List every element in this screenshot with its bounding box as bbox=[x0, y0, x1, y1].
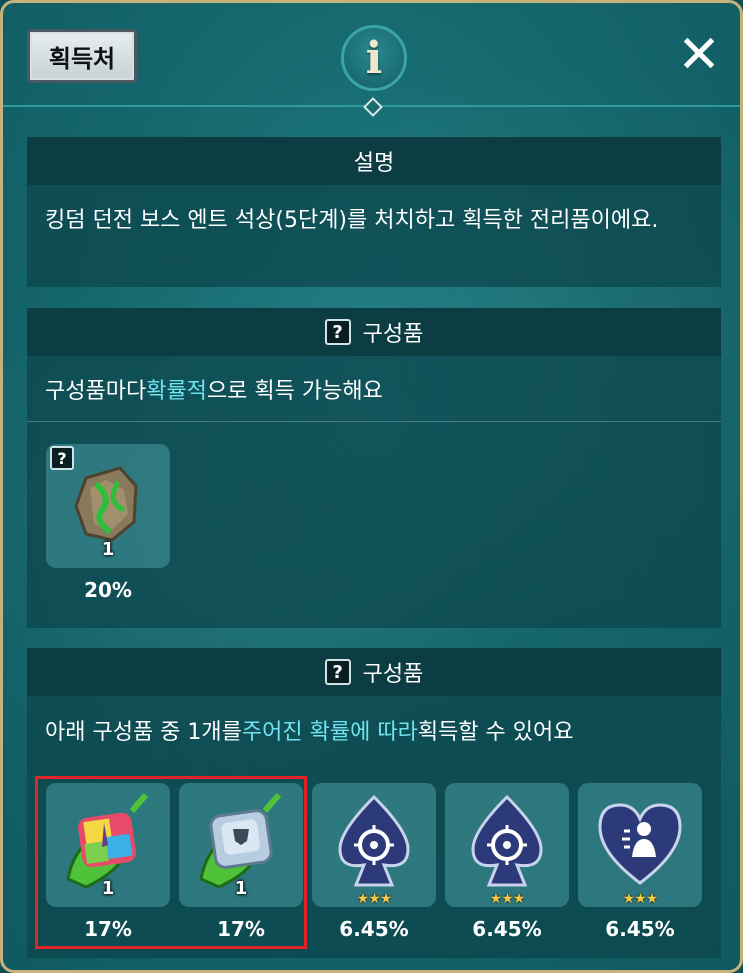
spade-target-icon bbox=[338, 794, 410, 887]
item-slot-spade-target[interactable]: ★★★ bbox=[445, 783, 569, 907]
acquisition-tag-button[interactable]: 획득처 bbox=[27, 29, 137, 83]
item-slot-spade-target[interactable]: ★★★ bbox=[312, 783, 436, 907]
star-rating: ★★★ bbox=[489, 891, 526, 907]
item-percent: 6.45% bbox=[472, 917, 542, 941]
heart-figure-icon bbox=[598, 803, 682, 885]
selection-highlight bbox=[35, 776, 307, 949]
component-title-2: ? 구성품 bbox=[27, 648, 721, 696]
description-title: 설명 bbox=[27, 137, 721, 185]
component-title-1: ? 구성품 bbox=[27, 308, 721, 356]
spade-target-icon bbox=[471, 794, 543, 887]
item-percent: 20% bbox=[84, 578, 132, 602]
item-slot-ent-stone[interactable]: ? 1 bbox=[46, 444, 170, 568]
item-percent: 6.45% bbox=[339, 917, 409, 941]
component-subtitle-1: 구성품마다 확률적 으로 획득 가능해요 bbox=[27, 356, 721, 422]
close-button[interactable]: ✕ bbox=[671, 27, 727, 83]
item-help-icon[interactable]: ? bbox=[50, 446, 74, 470]
info-icon: i bbox=[341, 25, 407, 91]
divider-ornament bbox=[363, 97, 383, 117]
acquisition-info-popup: 획득처 i ✕ 설명 킹덤 던전 보스 엔트 석상(5단계)를 처치하고 획득한… bbox=[0, 0, 743, 973]
component-section-1: ? 구성품 구성품마다 확률적 으로 획득 가능해요 ? 1 20% bbox=[27, 308, 721, 628]
item-slot-heart-figure[interactable]: ★★★ bbox=[578, 783, 702, 907]
star-rating: ★★★ bbox=[622, 891, 659, 907]
star-rating: ★★★ bbox=[356, 891, 393, 907]
description-section: 설명 킹덤 던전 보스 엔트 석상(5단계)를 처치하고 획득한 전리품이에요. bbox=[27, 137, 721, 287]
help-icon[interactable]: ? bbox=[324, 659, 351, 685]
item-percent: 6.45% bbox=[605, 917, 675, 941]
description-text: 킹덤 던전 보스 엔트 석상(5단계)를 처치하고 획득한 전리품이에요. bbox=[45, 208, 659, 233]
component-subtitle-2: 아래 구성품 중 1개를 주어진 확률에 따라 획득할 수 있어요 bbox=[45, 720, 574, 745]
popup-header: 획득처 i ✕ bbox=[3, 3, 740, 117]
help-icon[interactable]: ? bbox=[324, 319, 351, 345]
